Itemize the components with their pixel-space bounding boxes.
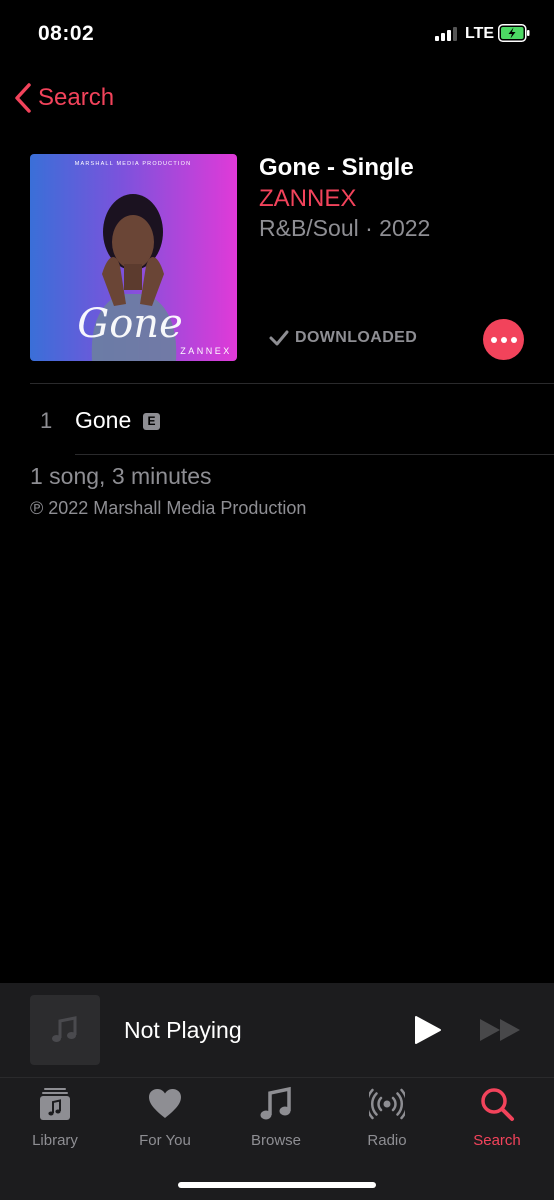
album-genre-year: R&B/Soul · 2022 xyxy=(259,215,431,241)
tab-search[interactable]: Search xyxy=(447,1086,547,1156)
tab-for-you[interactable]: For You xyxy=(115,1086,215,1156)
ellipsis-icon xyxy=(490,336,497,343)
explicit-badge: E xyxy=(143,413,160,430)
search-icon xyxy=(481,1088,514,1121)
artwork-artist-mark: ZANNEX xyxy=(180,346,232,356)
copyright-text: ℗ 2022 Marshall Media Production xyxy=(30,498,307,518)
tab-label: For You xyxy=(139,1132,191,1149)
library-icon xyxy=(40,1088,70,1120)
tab-label: Browse xyxy=(250,1132,302,1149)
artwork-header-text: MARSHALL MEDIA PRODUCTION xyxy=(75,161,192,167)
track-row[interactable]: 1 Gone E xyxy=(30,385,554,455)
chevron-left-icon xyxy=(15,83,31,113)
tab-library[interactable]: Library xyxy=(5,1086,105,1156)
play-icon[interactable] xyxy=(412,1014,442,1046)
now-playing-title: Not Playing xyxy=(124,1017,242,1043)
song-count: 1 song, 3 minutes xyxy=(30,463,212,489)
album-artist-link[interactable]: ZANNEX xyxy=(259,185,356,213)
track-number: 1 xyxy=(40,408,53,433)
ellipsis-dot xyxy=(510,336,517,343)
header-divider xyxy=(30,383,554,384)
mini-player[interactable]: Not Playing xyxy=(0,983,554,1077)
album-title: Gone - Single xyxy=(259,154,414,181)
tab-label: Library xyxy=(32,1132,78,1149)
fast-forward-icon[interactable] xyxy=(478,1016,524,1044)
album-artwork[interactable]: MARSHALL MEDIA PRODUCTION Gone ZANNEX xyxy=(30,154,237,361)
back-button[interactable]: Search xyxy=(12,80,114,116)
tab-label: Radio xyxy=(367,1132,407,1149)
ellipsis-dot xyxy=(500,336,507,343)
battery-charging-icon xyxy=(498,24,530,42)
home-indicator[interactable] xyxy=(178,1182,376,1188)
signal-strength-icon xyxy=(435,27,461,41)
status-bar: 08:02 LTE xyxy=(0,0,554,68)
download-status: DOWNLOADED xyxy=(268,328,417,348)
track-title: Gone xyxy=(75,407,132,433)
mini-player-artwork xyxy=(30,995,100,1065)
radio-icon xyxy=(369,1088,405,1120)
checkmark-icon xyxy=(269,330,289,346)
artwork-script-title: Gone xyxy=(77,301,182,347)
tab-label: Search xyxy=(473,1132,521,1149)
music-note-icon xyxy=(260,1086,291,1120)
network-type: LTE xyxy=(465,25,495,42)
status-time: 08:02 xyxy=(38,22,95,45)
tab-browse[interactable]: Browse xyxy=(226,1086,326,1156)
album-cover-image: MARSHALL MEDIA PRODUCTION Gone ZANNEX xyxy=(30,154,237,361)
music-note-placeholder-icon xyxy=(52,1016,77,1042)
track-divider xyxy=(75,454,554,455)
download-status-label: DOWNLOADED xyxy=(295,329,418,346)
heart-icon xyxy=(149,1089,181,1118)
back-label: Search xyxy=(38,84,115,111)
tab-radio[interactable]: Radio xyxy=(337,1086,437,1156)
more-options-button[interactable] xyxy=(483,319,524,360)
